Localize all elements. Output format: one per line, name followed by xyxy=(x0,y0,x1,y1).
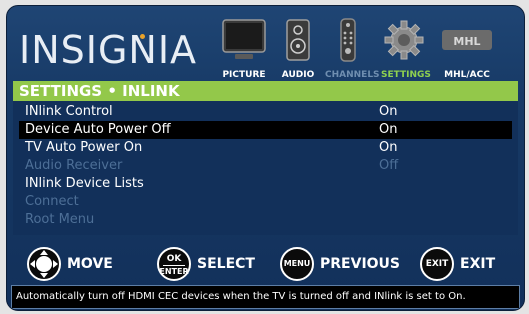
menu-item-label: INlink Control xyxy=(25,104,113,119)
tab-settings[interactable]: SETTINGS xyxy=(381,18,431,80)
nav-hint-bar: MOVE OK ENTER SELECT MENU PREVIOUS EXIT … xyxy=(7,245,524,285)
gear-icon xyxy=(384,20,424,60)
logo-dot xyxy=(140,34,145,39)
tab-channels[interactable]: CHANNELS xyxy=(325,18,380,80)
menu-item-value: On xyxy=(379,122,398,137)
move-hint: MOVE xyxy=(27,247,113,285)
key-divider xyxy=(163,265,185,266)
tv-frame: INSIGNIA PICTURE AUDIO CHANNELS SETTINGS… xyxy=(0,0,529,314)
mhl-badge-text: MHL xyxy=(453,35,480,48)
ok-key-text: OK xyxy=(166,254,182,264)
exit-key-text: EXIT xyxy=(425,259,449,269)
menu-item-connect: Connect xyxy=(19,193,512,211)
osd-screen: INSIGNIA PICTURE AUDIO CHANNELS SETTINGS… xyxy=(6,5,525,311)
menu-item-inlink-control[interactable]: INlink Control On xyxy=(19,103,512,121)
menu-item-value: On xyxy=(379,104,398,119)
move-label: MOVE xyxy=(67,256,113,272)
menu-item-label: TV Auto Power On xyxy=(25,140,143,155)
mhl-icon: MHL xyxy=(442,30,492,50)
enter-key-text: ENTER xyxy=(159,267,189,276)
tab-mhl-acc-label: MHL/ACC xyxy=(444,70,490,80)
select-label: SELECT xyxy=(197,256,255,272)
previous-label: PREVIOUS xyxy=(320,256,401,272)
menu-item-inlink-device-lists[interactable]: INlink Device Lists xyxy=(19,175,512,193)
tab-settings-label: SETTINGS xyxy=(381,70,431,80)
menu-item-value: On xyxy=(379,140,398,155)
dpad-icon xyxy=(27,247,61,281)
exit-label: EXIT xyxy=(460,256,496,272)
insignia-logo: INSIGNIA xyxy=(19,28,198,72)
menu-item-device-auto-power-off[interactable]: Device Auto Power Off On xyxy=(19,121,512,139)
speaker-icon xyxy=(286,19,310,61)
panel-title: SETTINGS • INLINK xyxy=(13,81,518,101)
help-description: Automatically turn off HDMI CEC devices … xyxy=(11,285,520,309)
tab-picture-label: PICTURE xyxy=(222,70,266,80)
menu-item-label: Connect xyxy=(25,194,79,209)
tab-channels-label: CHANNELS xyxy=(325,70,380,80)
menu-item-value: Off xyxy=(379,158,399,173)
remote-icon xyxy=(340,18,356,62)
tv-icon xyxy=(222,19,266,59)
menu-item-root-menu: Root Menu xyxy=(19,211,512,229)
menu-item-tv-auto-power-on[interactable]: TV Auto Power On On xyxy=(19,139,512,157)
menu-item-label: Audio Receiver xyxy=(25,158,123,173)
ok-enter-key-icon: OK ENTER xyxy=(157,247,191,281)
menu-item-label: INlink Device Lists xyxy=(25,176,144,191)
tab-picture[interactable]: PICTURE xyxy=(217,18,271,80)
tab-mhl-acc[interactable]: MHL MHL/ACC xyxy=(437,18,497,80)
tab-audio[interactable]: AUDIO xyxy=(281,18,315,80)
tab-audio-label: AUDIO xyxy=(281,70,315,80)
menu-item-audio-receiver: Audio Receiver Off xyxy=(19,157,512,175)
menu-key-text: MENU xyxy=(283,259,311,268)
menu-item-label: Root Menu xyxy=(25,212,95,227)
menu-item-label: Device Auto Power Off xyxy=(25,122,171,137)
exit-key-icon: EXIT xyxy=(420,247,454,281)
menu-key-icon: MENU xyxy=(280,247,314,281)
inlink-settings-panel: SETTINGS • INLINK INlink Control On Devi… xyxy=(13,81,518,235)
